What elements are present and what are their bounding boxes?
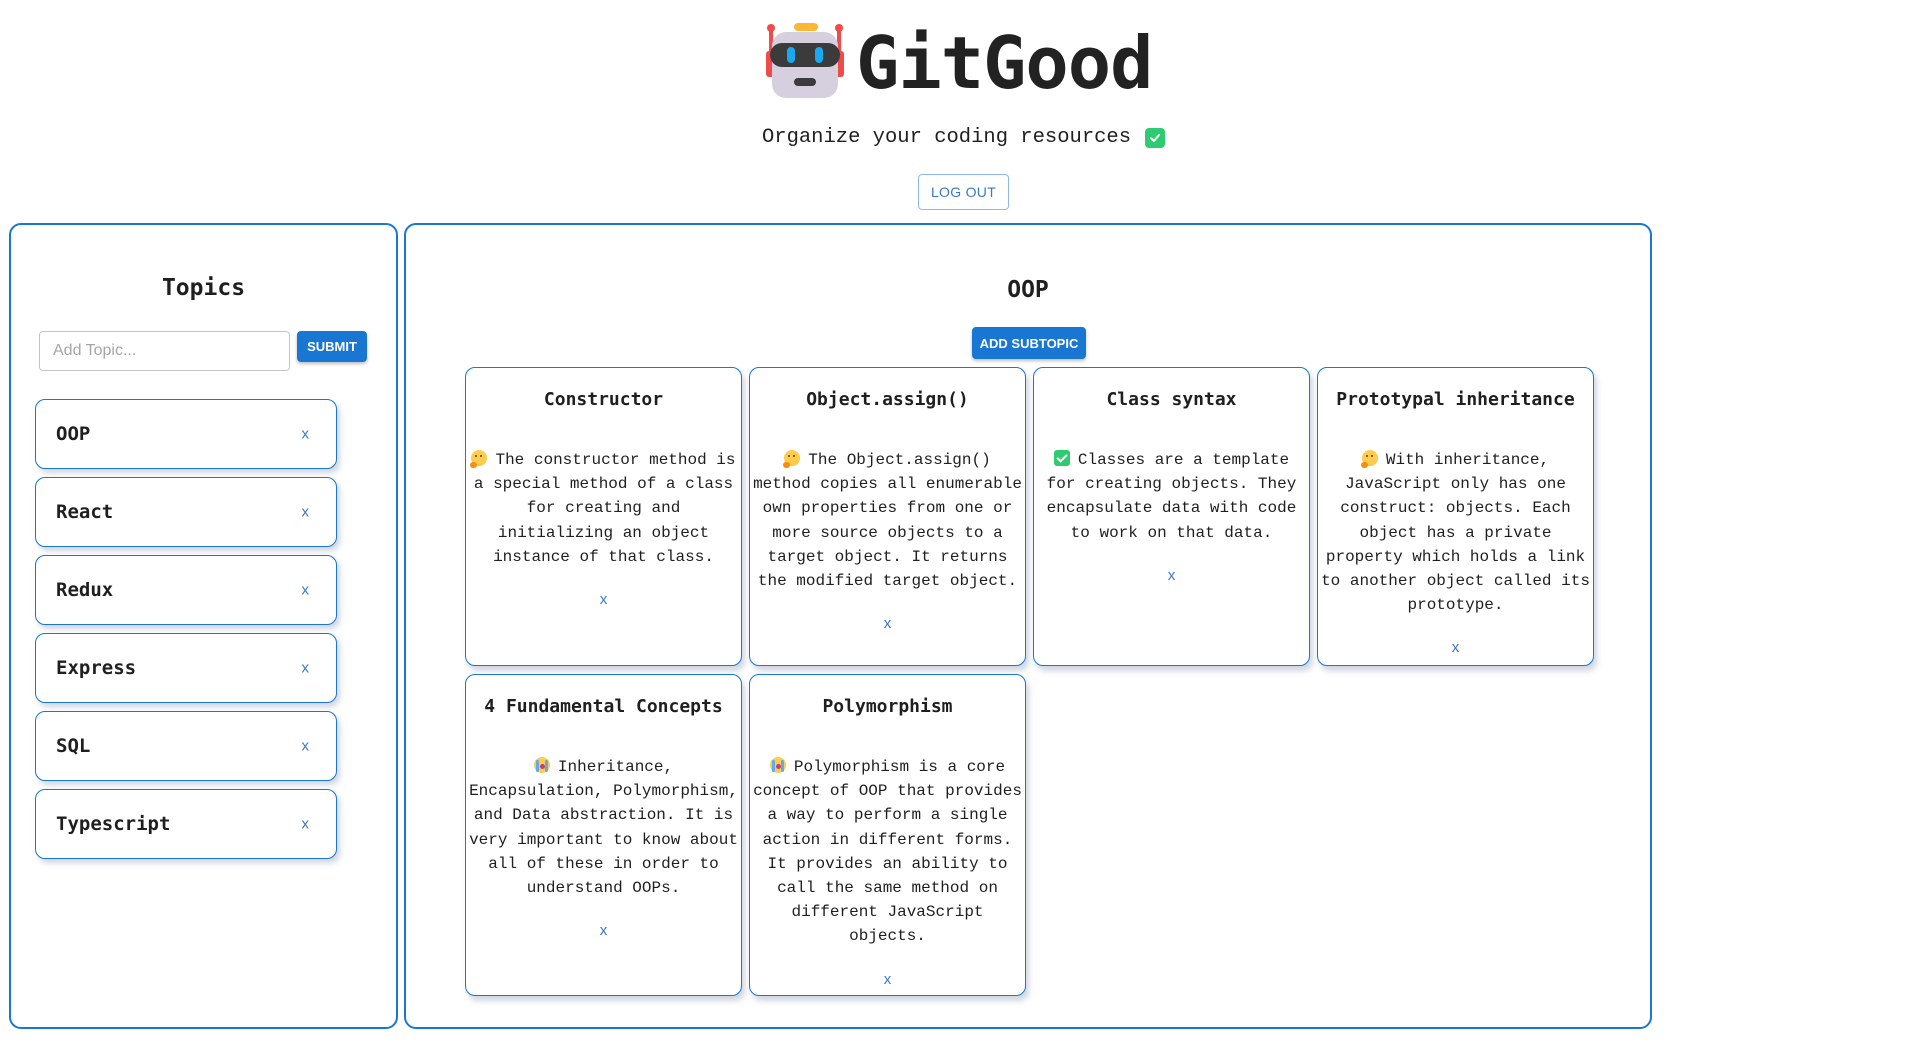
- remove-topic-button[interactable]: x: [302, 504, 310, 521]
- remove-topic-button[interactable]: x: [302, 426, 310, 443]
- subtopic-text: With inheritance, JavaScript only has on…: [1321, 451, 1590, 615]
- subtopic-title: Object.assign(): [806, 389, 969, 410]
- remove-subtopic-button[interactable]: x: [884, 971, 892, 988]
- topic-label: OOP: [56, 423, 91, 445]
- subtopic-text: Classes are a template for creating obje…: [1046, 451, 1297, 542]
- loudly-crying-face-icon: [769, 757, 786, 773]
- subtopic-card: Polymorphism Polymorphism is a core conc…: [749, 674, 1026, 996]
- remove-subtopic-button[interactable]: x: [600, 922, 608, 939]
- topic-label: Typescript: [56, 813, 171, 835]
- subtopic-title: Constructor: [543, 389, 664, 410]
- topic-item-redux[interactable]: Redux x: [35, 555, 337, 625]
- remove-topic-button[interactable]: x: [302, 660, 310, 677]
- topic-item-sql[interactable]: SQL x: [35, 711, 337, 781]
- subtopic-grid: Constructor The constructor method is a …: [465, 367, 1605, 996]
- subtopic-card: Object.assign() The Object.assign() meth…: [749, 367, 1026, 666]
- subtopic-text: The constructor method is a special meth…: [473, 451, 736, 566]
- subtopic-text: Polymorphism is a core concept of OOP th…: [753, 758, 1022, 946]
- remove-subtopic-button[interactable]: x: [884, 615, 892, 632]
- subtopic-description: The constructor method is a special meth…: [466, 448, 741, 569]
- check-mark-button-icon: [1053, 450, 1070, 466]
- brand: GitGood: [766, 18, 1153, 108]
- thinking-face-icon: [1360, 450, 1378, 468]
- topic-item-express[interactable]: Express x: [35, 633, 337, 703]
- subtopic-description: The Object.assign() method copies all en…: [750, 448, 1025, 593]
- remove-subtopic-button[interactable]: x: [1168, 567, 1176, 584]
- thinking-face-icon: [470, 450, 488, 468]
- logout-button[interactable]: LOG OUT: [918, 174, 1009, 210]
- subtopic-card: 4 Fundamental Concepts Inheritance, Enca…: [465, 674, 742, 996]
- thinking-face-icon: [783, 450, 801, 468]
- subtopic-card: Class syntax Classes are a template for …: [1033, 367, 1310, 666]
- subtopic-card: Prototypal inheritance With inheritance,…: [1317, 367, 1594, 666]
- topics-title: Topics: [161, 275, 246, 301]
- remove-topic-button[interactable]: x: [302, 582, 310, 599]
- loudly-crying-face-icon: [533, 757, 550, 773]
- topic-list: OOP x React x Redux x Express x SQL x Ty…: [35, 399, 339, 867]
- topic-label: SQL: [56, 735, 91, 757]
- selected-topic-title: OOP: [1007, 277, 1049, 303]
- subtopic-description: Classes are a template for creating obje…: [1034, 448, 1309, 545]
- remove-topic-button[interactable]: x: [302, 738, 310, 755]
- topic-label: Express: [56, 657, 137, 679]
- topic-item-oop[interactable]: OOP x: [35, 399, 337, 469]
- remove-subtopic-button[interactable]: x: [1452, 639, 1460, 656]
- subtopic-description: Polymorphism is a core concept of OOP th…: [750, 755, 1025, 949]
- subtopic-text: The Object.assign() method copies all en…: [753, 451, 1022, 591]
- subtopic-title: Polymorphism: [822, 696, 953, 717]
- subtopic-card: Constructor The constructor method is a …: [465, 367, 742, 666]
- topic-item-typescript[interactable]: Typescript x: [35, 789, 337, 859]
- robot-icon: [766, 23, 844, 103]
- subtopic-title: 4 Fundamental Concepts: [484, 696, 723, 717]
- topics-panel: Topics SUBMIT OOP x React x Redux x Expr…: [9, 223, 398, 1029]
- subtopic-description: Inheritance, Encapsulation, Polymorphism…: [466, 755, 741, 900]
- remove-subtopic-button[interactable]: x: [600, 591, 608, 608]
- subtopic-text: Inheritance, Encapsulation, Polymorphism…: [469, 758, 738, 898]
- submit-topic-button[interactable]: SUBMIT: [297, 331, 367, 362]
- subtitle: Organize your coding resources: [0, 126, 1927, 149]
- add-subtopic-button[interactable]: ADD SUBTOPIC: [972, 327, 1086, 359]
- subtopic-description: With inheritance, JavaScript only has on…: [1318, 448, 1593, 617]
- subtopic-title: Class syntax: [1106, 389, 1237, 410]
- topic-label: Redux: [56, 579, 114, 601]
- topic-label: React: [56, 501, 114, 523]
- subtopic-title: Prototypal inheritance: [1336, 389, 1575, 410]
- topic-item-react[interactable]: React x: [35, 477, 337, 547]
- add-topic-input[interactable]: [39, 331, 290, 371]
- app-title: GitGood: [856, 21, 1153, 105]
- check-mark-button-icon: [1145, 127, 1166, 148]
- remove-topic-button[interactable]: x: [302, 816, 310, 833]
- subtitle-text: Organize your coding resources: [761, 126, 1132, 149]
- subtopics-panel: OOP ADD SUBTOPIC Constructor The constru…: [404, 223, 1652, 1029]
